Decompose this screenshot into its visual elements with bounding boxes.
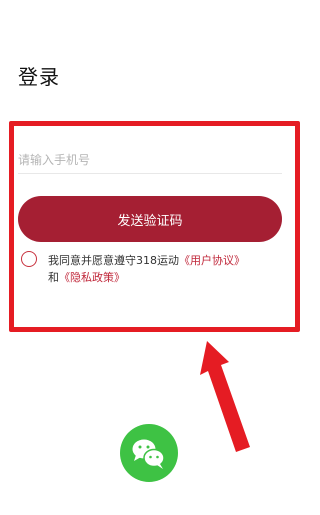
agreement-conjunction: 和: [48, 271, 59, 284]
wechat-icon[interactable]: [120, 424, 178, 482]
privacy-policy-link[interactable]: 《隐私政策》: [59, 271, 125, 284]
page-title: 登录: [18, 65, 60, 89]
phone-input[interactable]: [18, 147, 282, 174]
agreement-text: 我同意并愿意遵守318运动《用户协议》 和《隐私政策》: [48, 252, 280, 286]
agreement-prefix: 我同意并愿意遵守318运动: [48, 254, 179, 267]
agreement-checkbox[interactable]: [21, 251, 37, 267]
user-agreement-link[interactable]: 《用户协议》: [179, 254, 245, 267]
send-code-button[interactable]: 发送验证码: [18, 196, 282, 242]
